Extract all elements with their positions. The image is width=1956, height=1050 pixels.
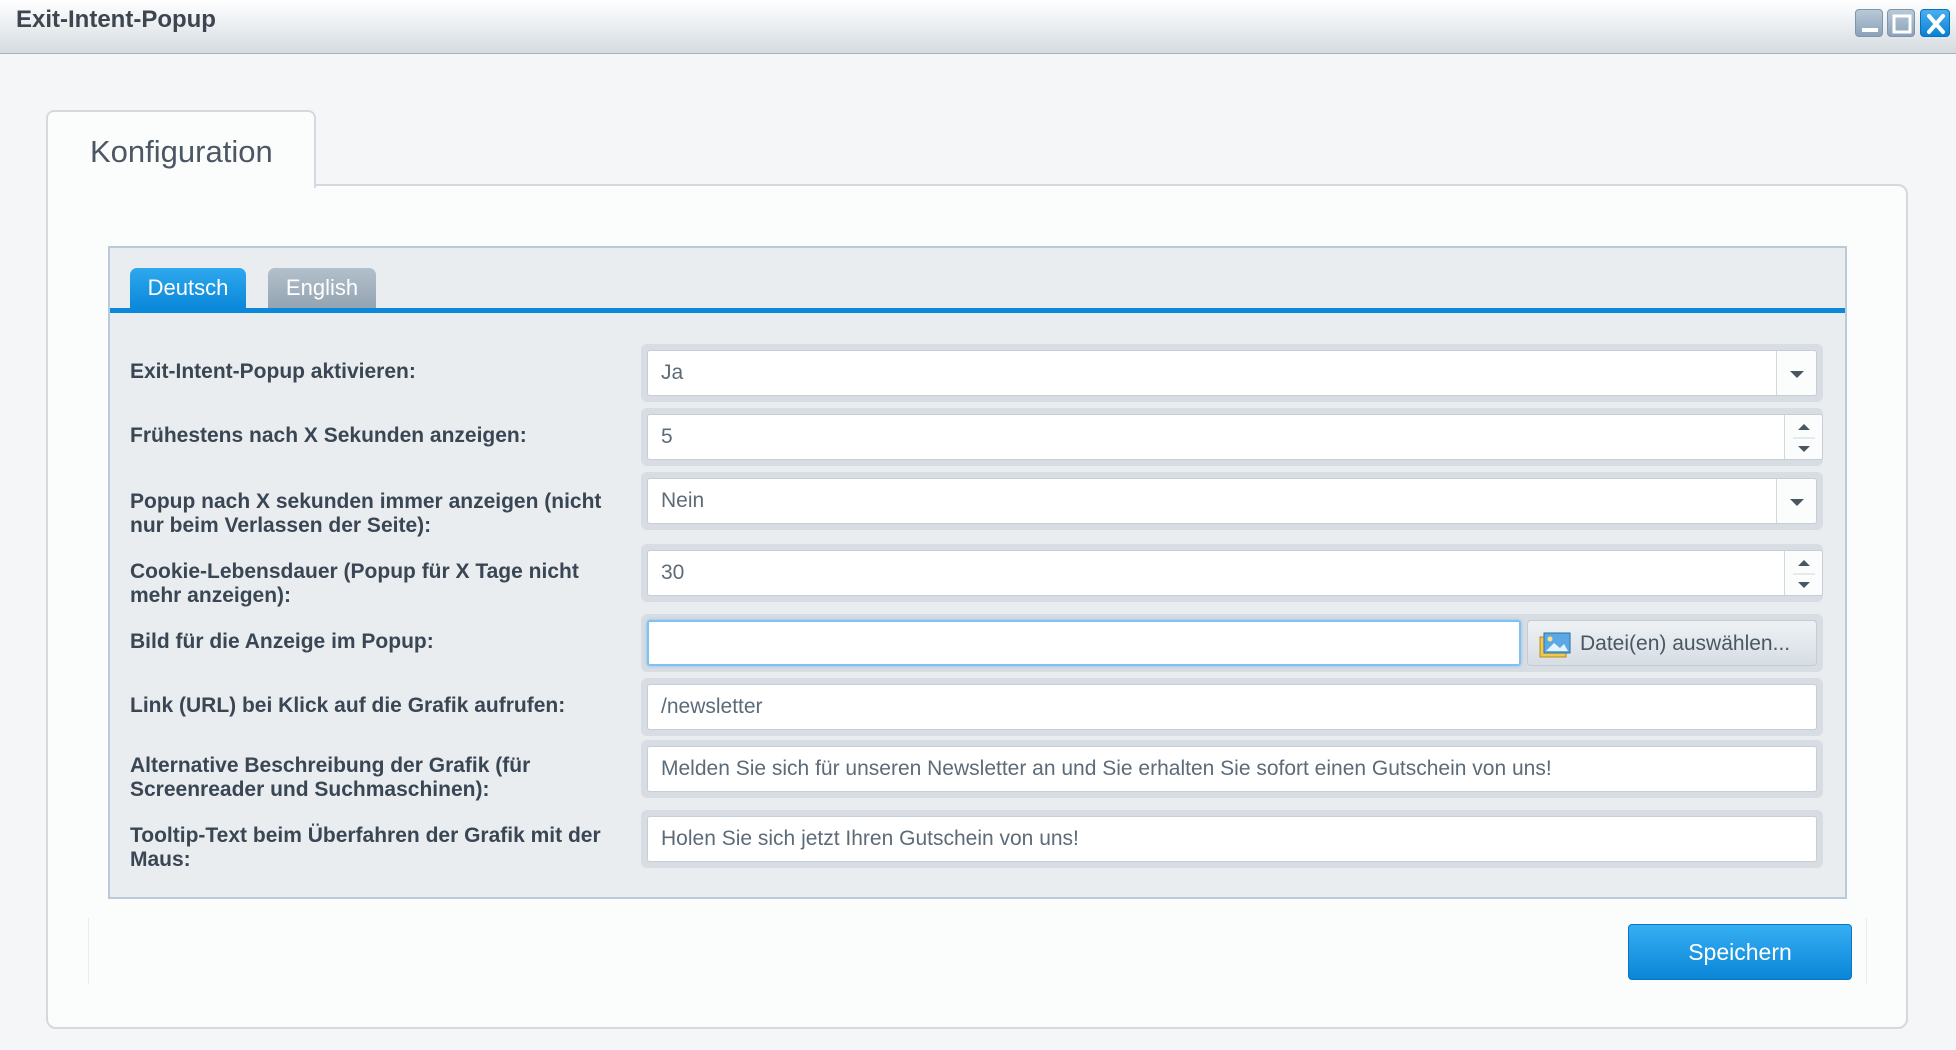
popup-image-input[interactable] [647, 620, 1521, 666]
minimize-button[interactable] [1855, 9, 1883, 37]
field-bg-min-seconds: 5 [641, 408, 1823, 466]
window-titlebar: Exit-Intent-Popup [0, 0, 1956, 54]
field-bg-popup-activate: Ja [641, 344, 1823, 402]
popup-activate-select[interactable]: Ja [647, 350, 1817, 396]
close-button[interactable] [1920, 9, 1950, 37]
cookie-lifetime-stepper[interactable] [1784, 551, 1822, 595]
chevron-down-icon [1790, 371, 1804, 378]
link-url-value: /newsletter [661, 695, 763, 718]
maximize-icon [1892, 14, 1912, 34]
chevron-down-icon [1790, 499, 1804, 506]
label-alt-text-line2: Screenreader und Suchmaschinen): [130, 778, 490, 801]
min-seconds-input[interactable]: 5 [647, 414, 1823, 460]
always-show-select[interactable]: Nein [647, 478, 1817, 524]
field-bg-link-url: /newsletter [641, 678, 1823, 736]
alt-text-value: Melden Sie sich für unseren Newsletter a… [661, 757, 1552, 780]
field-bg-popup-image: Datei(en) auswählen... [641, 614, 1823, 672]
close-icon [1927, 14, 1945, 34]
tab-deutsch[interactable]: Deutsch [130, 268, 246, 308]
field-bg-always-show: Nein [641, 472, 1823, 530]
field-bg-cookie-lifetime: 30 [641, 544, 1823, 602]
choose-files-label: Datei(en) auswählen... [1580, 632, 1791, 655]
cookie-lifetime-value: 30 [661, 561, 685, 584]
choose-files-button[interactable]: Datei(en) auswählen... [1527, 620, 1817, 666]
footer-divider-left [88, 918, 89, 984]
label-cookie-lifetime-line1: Cookie-Lebensdauer (Popup für X Tage nic… [130, 560, 579, 583]
language-panel: Deutsch English Exit-Intent-Popup aktivi… [108, 246, 1847, 899]
tab-underline [110, 308, 1845, 313]
min-seconds-stepper[interactable] [1784, 415, 1822, 459]
field-bg-alt-text: Melden Sie sich für unseren Newsletter a… [641, 740, 1823, 798]
field-bg-tooltip-text: Holen Sie sich jetzt Ihren Gutschein von… [641, 810, 1823, 868]
label-tooltip-text-line2: Maus: [130, 848, 191, 871]
label-alt-text: Alternative Beschreibung der Grafik (für… [130, 754, 630, 802]
footer-divider-right [1866, 918, 1867, 984]
label-min-seconds: Frühestens nach X Sekunden anzeigen: [130, 424, 527, 447]
window-title: Exit-Intent-Popup [16, 6, 216, 33]
stepper-arrows-icon [1793, 424, 1815, 452]
label-tooltip-text: Tooltip-Text beim Überfahren der Grafik … [130, 824, 630, 872]
popup-activate-dropdown-button[interactable] [1776, 351, 1816, 395]
tooltip-text-input[interactable]: Holen Sie sich jetzt Ihren Gutschein von… [647, 816, 1817, 862]
label-alt-text-line1: Alternative Beschreibung der Grafik (für [130, 754, 531, 777]
image-file-icon [1539, 632, 1571, 658]
label-tooltip-text-line1: Tooltip-Text beim Überfahren der Grafik … [130, 824, 601, 847]
label-cookie-lifetime-line2: mehr anzeigen): [130, 584, 292, 607]
cookie-lifetime-input[interactable]: 30 [647, 550, 1823, 596]
maximize-button[interactable] [1887, 9, 1915, 37]
alt-text-input[interactable]: Melden Sie sich für unseren Newsletter a… [647, 746, 1817, 792]
label-always-show-line1: Popup nach X sekunden immer anzeigen (ni… [130, 490, 602, 513]
tooltip-text-value: Holen Sie sich jetzt Ihren Gutschein von… [661, 827, 1079, 850]
label-popup-image: Bild für die Anzeige im Popup: [130, 630, 434, 653]
label-cookie-lifetime: Cookie-Lebensdauer (Popup für X Tage nic… [130, 560, 630, 608]
popup-activate-value: Ja [661, 361, 684, 384]
always-show-value: Nein [661, 489, 705, 512]
stepper-arrows-icon [1793, 560, 1815, 588]
label-popup-activate: Exit-Intent-Popup aktivieren: [130, 360, 416, 383]
tab-konfiguration-label: Konfiguration [90, 134, 273, 169]
minimize-icon [1862, 28, 1878, 32]
label-always-show: Popup nach X sekunden immer anzeigen (ni… [130, 490, 630, 538]
link-url-input[interactable]: /newsletter [647, 684, 1817, 730]
label-always-show-line2: nur beim Verlassen der Seite): [130, 514, 432, 537]
min-seconds-value: 5 [661, 425, 673, 448]
tab-konfiguration[interactable]: Konfiguration [46, 110, 316, 188]
save-button[interactable]: Speichern [1628, 924, 1852, 980]
tab-english[interactable]: English [268, 268, 376, 308]
always-show-dropdown-button[interactable] [1776, 479, 1816, 523]
label-link-url: Link (URL) bei Klick auf die Grafik aufr… [130, 694, 566, 717]
